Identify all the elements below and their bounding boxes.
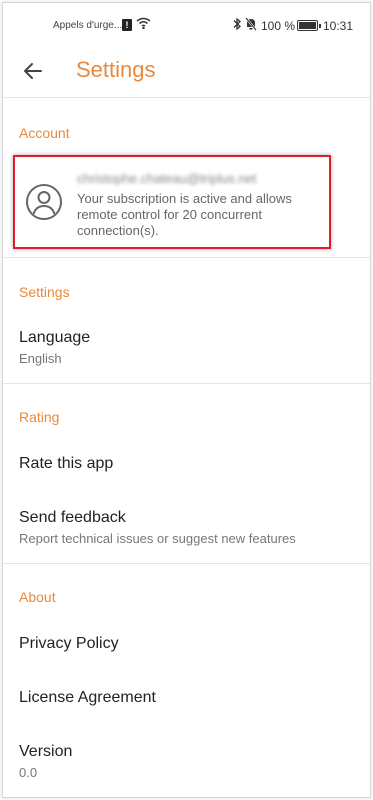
divider bbox=[3, 257, 370, 258]
send-feedback-item[interactable]: Send feedback Report technical issues or… bbox=[3, 499, 370, 555]
rate-app-item[interactable]: Rate this app bbox=[3, 443, 370, 487]
license-agreement-label: License Agreement bbox=[19, 689, 156, 706]
version-label: Version bbox=[19, 743, 73, 760]
language-value: English bbox=[19, 351, 62, 366]
rate-app-label: Rate this app bbox=[19, 455, 114, 472]
battery-percent: 100 % bbox=[261, 19, 296, 33]
privacy-policy-item[interactable]: Privacy Policy bbox=[3, 623, 370, 667]
status-bar: Appels d'urge... ! 100 % 10:31 bbox=[3, 3, 370, 43]
page-title: Settings bbox=[76, 57, 156, 82]
section-header-rating: Rating bbox=[19, 409, 60, 425]
carrier-label: Appels d'urge... bbox=[53, 20, 123, 31]
wifi-icon bbox=[136, 17, 151, 33]
version-value: 0.0 bbox=[19, 765, 38, 780]
divider bbox=[3, 97, 370, 98]
section-header-account: Account bbox=[19, 125, 70, 141]
clock: 10:31 bbox=[323, 19, 354, 33]
section-header-about: About bbox=[19, 589, 56, 605]
battery-icon bbox=[297, 20, 321, 31]
sim-alert-icon: ! bbox=[122, 19, 132, 31]
send-feedback-label: Send feedback bbox=[19, 509, 126, 526]
account-email: christophe.chateau@triplus.net bbox=[77, 171, 257, 186]
account-card[interactable]: christophe.chateau@triplus.net Your subs… bbox=[13, 155, 331, 249]
license-agreement-item[interactable]: License Agreement bbox=[3, 677, 370, 721]
version-item: Version 0.0 bbox=[3, 733, 370, 789]
section-header-settings: Settings bbox=[19, 284, 70, 300]
app-bar: Settings bbox=[3, 45, 370, 97]
bluetooth-icon bbox=[232, 17, 242, 34]
privacy-policy-label: Privacy Policy bbox=[19, 635, 119, 652]
language-item[interactable]: Language English bbox=[3, 319, 370, 375]
language-label: Language bbox=[19, 329, 91, 346]
send-feedback-description: Report technical issues or suggest new f… bbox=[19, 531, 296, 546]
battery-fill bbox=[299, 22, 316, 29]
subscription-description: Your subscription is active and allows r… bbox=[77, 191, 292, 238]
divider bbox=[3, 383, 370, 384]
divider bbox=[3, 563, 370, 564]
bell-off-icon bbox=[245, 17, 257, 34]
app-window: Appels d'urge... ! 100 % 10:31 Settings … bbox=[2, 2, 371, 798]
arrow-left-icon[interactable] bbox=[21, 59, 45, 83]
account-circle-icon bbox=[25, 183, 63, 221]
